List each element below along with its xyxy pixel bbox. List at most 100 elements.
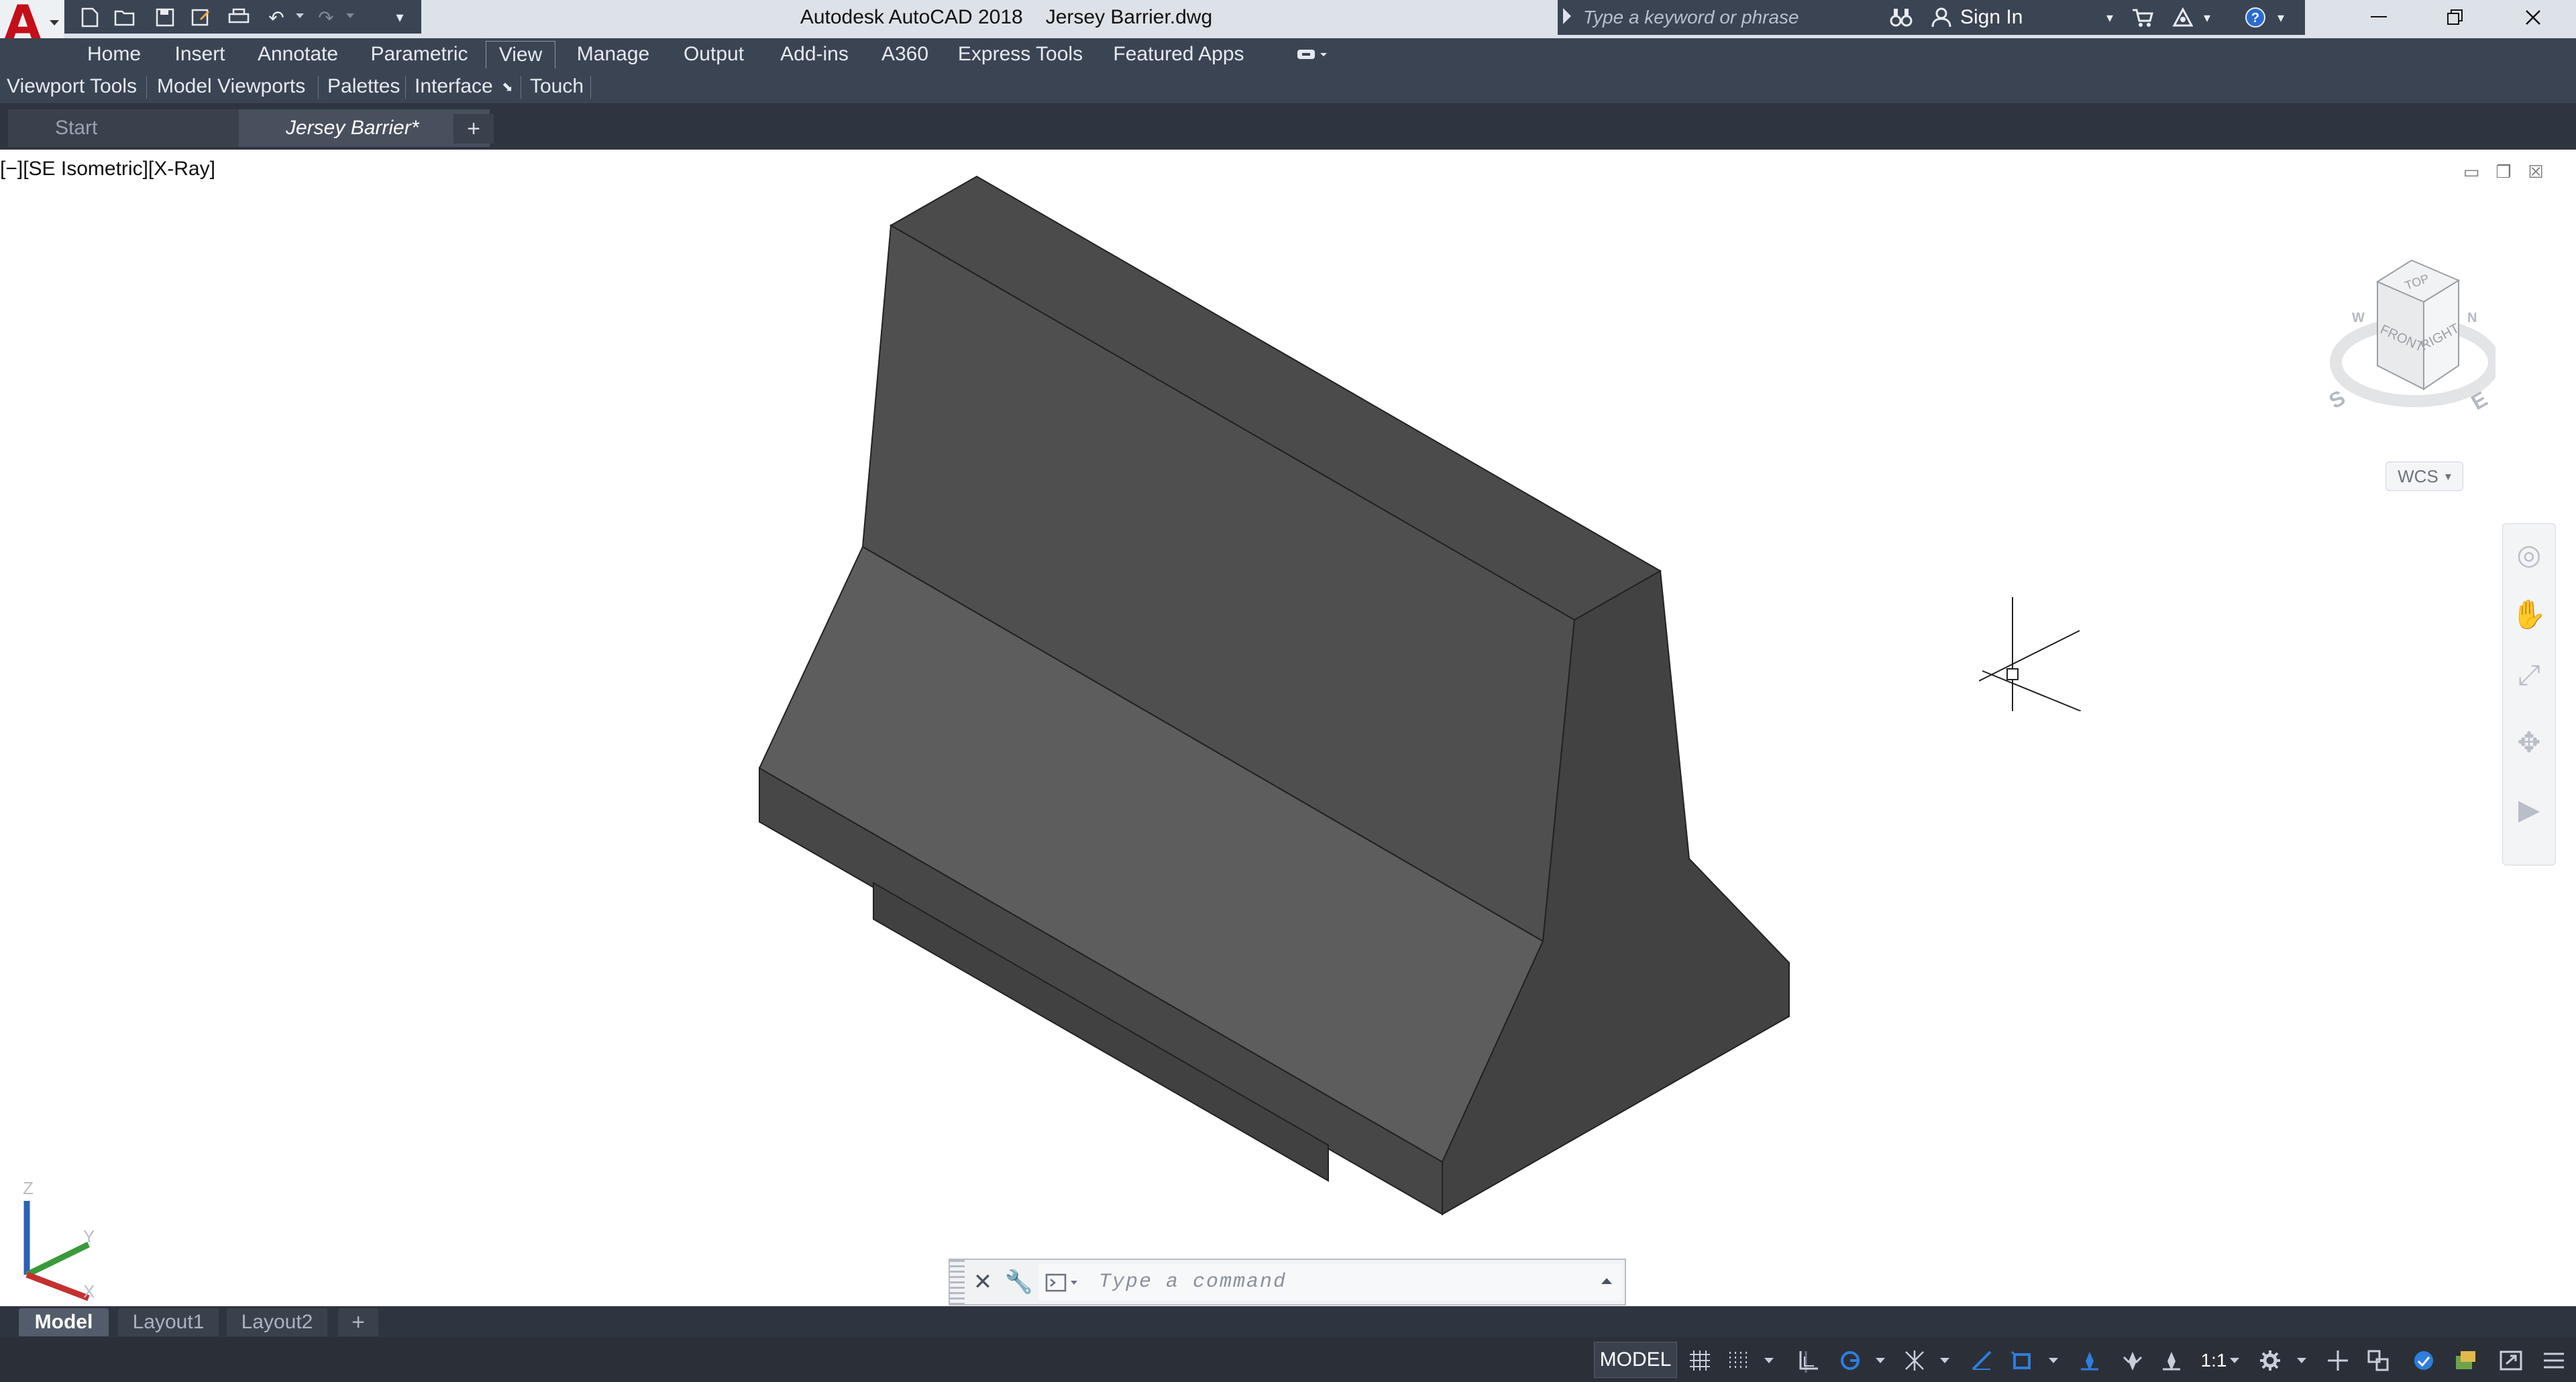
auto-scale-icon[interactable] (2117, 1344, 2148, 1377)
close-icon[interactable]: ✕ (966, 1265, 1000, 1299)
ribbon-minimize-icon[interactable] (1288, 41, 1335, 68)
chevron-down-icon[interactable] (1940, 1358, 1949, 1363)
orbit-icon[interactable]: ✥ (2503, 719, 2555, 765)
ucs-z-label: Z (23, 1178, 34, 1198)
sign-in-link[interactable]: Sign In (1960, 3, 2023, 32)
user-icon[interactable] (1927, 3, 1956, 32)
viewport-close-icon[interactable]: ☒ (2525, 161, 2546, 182)
window-title: Autodesk AutoCAD 2018 Jersey Barrier.dwg (470, 3, 1543, 32)
annotation-scale-value[interactable]: 1:1 (2195, 1344, 2233, 1377)
tab-a360[interactable]: A360 (872, 41, 938, 68)
compass-w-label[interactable]: W (2352, 311, 2365, 325)
showmotion-icon[interactable]: ▶ (2503, 786, 2555, 833)
chevron-down-icon[interactable] (296, 13, 304, 18)
new-layout-button[interactable]: + (338, 1308, 378, 1336)
panel-touch[interactable]: Touch (530, 73, 584, 100)
chevron-down-icon[interactable] (2230, 1358, 2239, 1363)
ucs-icon[interactable]: Z Y X (13, 1167, 121, 1301)
command-line-grip[interactable] (950, 1260, 965, 1304)
tab-output[interactable]: Output (671, 41, 757, 68)
command-input[interactable] (1038, 1264, 1622, 1300)
chevron-down-icon[interactable]: ▾ (2200, 3, 2214, 32)
viewport-controls-label[interactable]: [−][SE Isometric][X-Ray] (0, 156, 215, 182)
snap-icon[interactable] (1721, 1344, 1754, 1377)
plus-icon[interactable] (2322, 1344, 2353, 1377)
binoculars-icon[interactable] (1886, 3, 1916, 32)
osnap-icon[interactable] (2006, 1344, 2038, 1377)
panel-palettes[interactable]: Palettes (327, 73, 400, 100)
restore-icon[interactable] (2424, 0, 2486, 35)
panel-launcher-icon[interactable]: ⬊ (502, 73, 513, 100)
panel-viewport-tools[interactable]: Viewport Tools (7, 73, 137, 100)
gear-icon[interactable] (2254, 1344, 2286, 1377)
ortho-icon[interactable] (1795, 1344, 1822, 1377)
chevron-down-icon[interactable]: ▾ (2274, 3, 2288, 32)
tab-featured-apps[interactable]: Featured Apps (1103, 41, 1254, 68)
new-icon[interactable] (76, 4, 103, 31)
tab-view[interactable]: View (486, 41, 555, 68)
chevron-down-icon[interactable] (2297, 1358, 2306, 1363)
search-expand-icon[interactable] (1563, 8, 1571, 24)
pan-icon[interactable]: ✋ (2503, 591, 2555, 638)
viewport-minimize-icon[interactable]: ▭ (2461, 161, 2482, 182)
minimize-icon[interactable] (2348, 0, 2410, 35)
annotation-visibility-icon[interactable] (2074, 1344, 2105, 1377)
new-file-tab-button[interactable]: + (453, 114, 494, 144)
annotation-scale-icon[interactable] (2156, 1344, 2187, 1377)
chevron-down-icon[interactable] (1764, 1358, 1774, 1363)
compass-s-label[interactable]: S (2325, 385, 2349, 413)
object-snap-tracking-icon[interactable] (1966, 1344, 1998, 1377)
polar-icon[interactable] (1834, 1344, 1866, 1377)
command-history-icon[interactable] (1597, 1271, 1617, 1291)
customize-qat-icon[interactable]: ▾ (386, 4, 413, 31)
close-icon[interactable] (2502, 0, 2564, 35)
layout-tab-layout2[interactable]: Layout2 (227, 1308, 327, 1336)
viewcube[interactable]: TOP FRONT RIGHT N W S E (2321, 248, 2496, 423)
file-tab-jersey-barrier[interactable]: Jersey Barrier* ✕ (239, 109, 490, 147)
panel-divider (590, 76, 591, 99)
chevron-down-icon[interactable] (346, 13, 354, 18)
tab-parametric[interactable]: Parametric (362, 41, 476, 68)
customize-icon[interactable] (2538, 1344, 2569, 1377)
chevron-down-icon[interactable] (1876, 1358, 1885, 1363)
save-icon[interactable] (152, 4, 178, 31)
layout-tab-model[interactable]: Model (19, 1308, 109, 1336)
tab-manage[interactable]: Manage (568, 41, 659, 68)
clean-screen-icon[interactable] (2450, 1344, 2481, 1377)
saveas-icon[interactable] (188, 4, 215, 31)
application-menu-button[interactable]: A (0, 0, 64, 50)
viewport-restore-icon[interactable]: ❐ (2493, 161, 2514, 182)
help-icon[interactable]: ? (2241, 3, 2270, 32)
open-icon[interactable] (111, 4, 138, 31)
ribbon-panel-bar: Viewport Tools Model Viewports Palettes … (0, 70, 2576, 104)
wrench-icon[interactable]: 🔧 (1002, 1265, 1036, 1299)
tab-home[interactable]: Home (74, 41, 154, 68)
panel-interface[interactable]: Interface (415, 73, 493, 100)
jersey-barrier-model[interactable] (724, 168, 1865, 1228)
exchange-icon[interactable] (2168, 3, 2198, 32)
model-space-toggle[interactable]: MODEL (1594, 1342, 1677, 1378)
isolate-objects-icon[interactable] (2363, 1344, 2394, 1377)
isodraft-icon[interactable] (1898, 1344, 1931, 1377)
fullscreen-icon[interactable] (2496, 1344, 2526, 1377)
tab-insert[interactable]: Insert (164, 41, 236, 68)
undo-icon[interactable]: ↶ (263, 4, 290, 31)
tab-express-tools[interactable]: Express Tools (951, 41, 1089, 68)
layout-tab-layout1[interactable]: Layout1 (118, 1308, 219, 1336)
panel-model-viewports[interactable]: Model Viewports (157, 73, 305, 100)
plot-icon[interactable] (225, 4, 252, 31)
redo-icon[interactable]: ↷ (313, 4, 339, 31)
steering-wheel-icon[interactable]: ◎ (2503, 531, 2555, 578)
zoom-extents-icon[interactable]: ⤢ (2503, 651, 2555, 698)
tab-add-ins[interactable]: Add-ins (769, 41, 860, 68)
command-prompt-icon[interactable] (1045, 1272, 1083, 1293)
hardware-acceleration-icon[interactable] (2408, 1344, 2439, 1377)
grid-icon[interactable] (1684, 1344, 1716, 1377)
wcs-menu-button[interactable]: WCS ▾ (2385, 462, 2463, 491)
cart-icon[interactable] (2128, 3, 2157, 32)
compass-n-label[interactable]: N (2467, 311, 2477, 325)
chevron-down-icon[interactable]: ▾ (2102, 3, 2117, 32)
tab-annotate[interactable]: Annotate (248, 41, 347, 68)
search-input[interactable] (1578, 3, 1877, 32)
chevron-down-icon[interactable] (2049, 1358, 2058, 1363)
